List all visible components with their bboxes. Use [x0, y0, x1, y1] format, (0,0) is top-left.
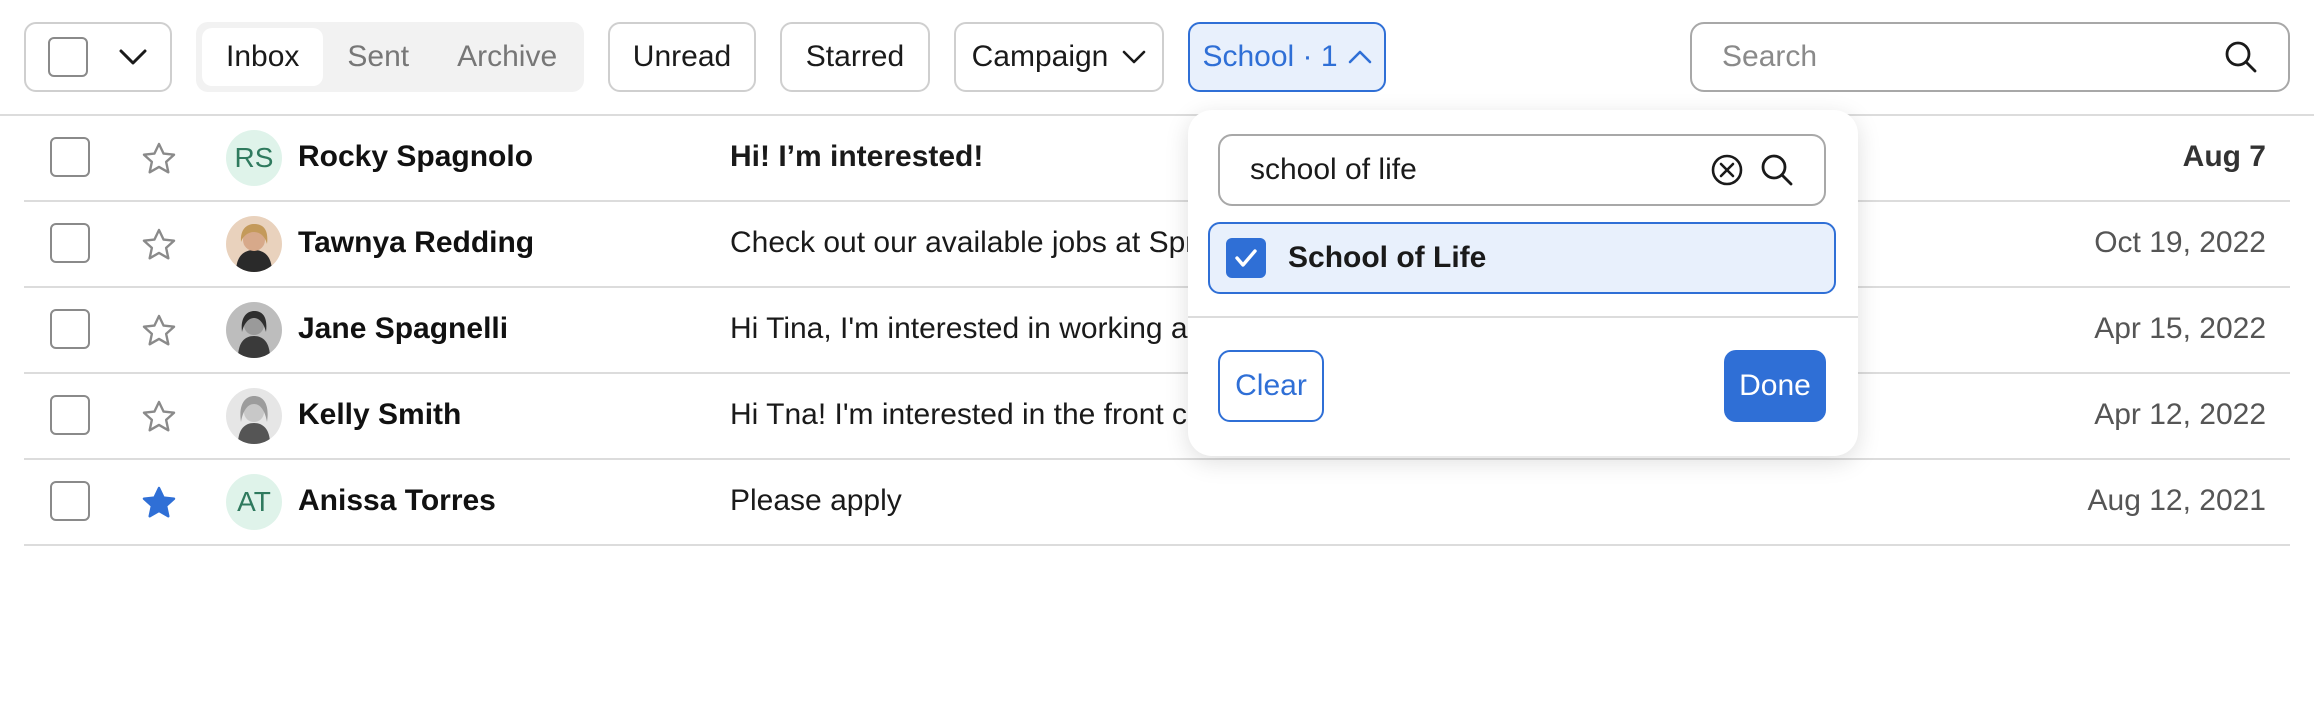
school-search-value: school of life — [1250, 153, 1417, 186]
search-placeholder: Search — [1722, 40, 1818, 73]
row-checkbox[interactable] — [50, 223, 90, 263]
avatar-photo — [226, 388, 282, 444]
search-icon[interactable] — [2224, 40, 2258, 74]
message-subject: Please apply — [730, 484, 902, 517]
clear-button[interactable]: Clear — [1218, 350, 1324, 422]
school-filter-label: School · 1 — [1202, 40, 1338, 73]
chevron-down-icon — [1123, 50, 1146, 64]
done-button[interactable]: Done — [1724, 350, 1826, 422]
row-checkbox[interactable] — [50, 395, 90, 435]
chevron-down-icon — [119, 49, 147, 65]
message-subject: Hi Tina, I'm interested in working at S — [730, 312, 1225, 345]
search-icon[interactable] — [1760, 153, 1794, 187]
clear-search-icon[interactable] — [1710, 153, 1744, 187]
tab-archive[interactable]: Archive — [433, 28, 581, 86]
sender-name: Jane Spagnelli — [298, 312, 509, 345]
school-filter-button[interactable]: School · 1 — [1188, 22, 1386, 92]
avatar-photo — [226, 302, 282, 358]
chevron-up-icon — [1348, 50, 1371, 64]
star-outline-icon[interactable] — [140, 226, 178, 264]
message-subject: Hi! I’m interested! — [730, 140, 984, 173]
campaign-filter-label: Campaign — [971, 40, 1109, 73]
school-filter-dropdown: school of life School of Life Clear Done — [1188, 110, 1858, 456]
table-row[interactable]: AT Anissa Torres Please apply Aug 12, 20… — [24, 460, 2290, 546]
avatar-photo — [226, 216, 282, 272]
row-checkbox[interactable] — [50, 137, 90, 177]
table-row[interactable]: Kelly Smith Hi Tna! I'm interested in th… — [24, 374, 2290, 460]
school-option[interactable]: School of Life — [1208, 222, 1836, 294]
star-outline-icon[interactable] — [140, 398, 178, 436]
tab-inbox[interactable]: Inbox — [202, 28, 324, 86]
table-row[interactable]: Jane Spagnelli Hi Tina, I'm interested i… — [24, 288, 2290, 374]
sender-name: Rocky Spagnolo — [298, 140, 534, 173]
row-checkbox[interactable] — [50, 309, 90, 349]
unread-filter-button[interactable]: Unread — [608, 22, 756, 92]
school-search-input[interactable]: school of life — [1218, 134, 1826, 206]
message-date: Apr 12, 2022 — [2094, 398, 2266, 431]
mailbox-tabs: Inbox Sent Archive — [196, 22, 584, 92]
select-all-dropdown[interactable] — [24, 22, 172, 92]
select-all-checkbox[interactable] — [48, 37, 88, 77]
sender-name: Tawnya Redding — [298, 226, 535, 259]
starred-filter-button[interactable]: Starred — [780, 22, 930, 92]
star-filled-icon[interactable] — [140, 484, 178, 522]
message-subject: Hi Tna! I'm interested in the front cou — [730, 398, 1221, 431]
star-outline-icon[interactable] — [140, 140, 178, 178]
option-label: School of Life — [1288, 241, 1487, 274]
table-row[interactable]: RS Rocky Spagnolo Hi! I’m interested! Au… — [24, 116, 2290, 202]
tab-sent[interactable]: Sent — [323, 28, 433, 86]
avatar: AT — [226, 474, 282, 530]
option-checkbox[interactable] — [1226, 238, 1266, 278]
message-date: Aug 12, 2021 — [2087, 484, 2267, 517]
checkmark-icon — [1235, 249, 1257, 267]
star-outline-icon[interactable] — [140, 312, 178, 350]
toolbar: Inbox Sent Archive Unread Starred Campai… — [0, 0, 2314, 116]
row-checkbox[interactable] — [50, 481, 90, 521]
search-input[interactable]: Search — [1690, 22, 2290, 92]
message-date: Oct 19, 2022 — [2094, 226, 2266, 259]
message-subject: Check out our available jobs at Sprin — [730, 226, 1219, 259]
sender-name: Kelly Smith — [298, 398, 462, 431]
divider — [1188, 316, 1858, 318]
avatar: RS — [226, 130, 282, 186]
sender-name: Anissa Torres — [298, 484, 496, 517]
table-row[interactable]: Tawnya Redding Check out our available j… — [24, 202, 2290, 288]
campaign-filter-button[interactable]: Campaign — [954, 22, 1164, 92]
message-date: Aug 7 — [2182, 140, 2266, 173]
message-date: Apr 15, 2022 — [2094, 312, 2266, 345]
